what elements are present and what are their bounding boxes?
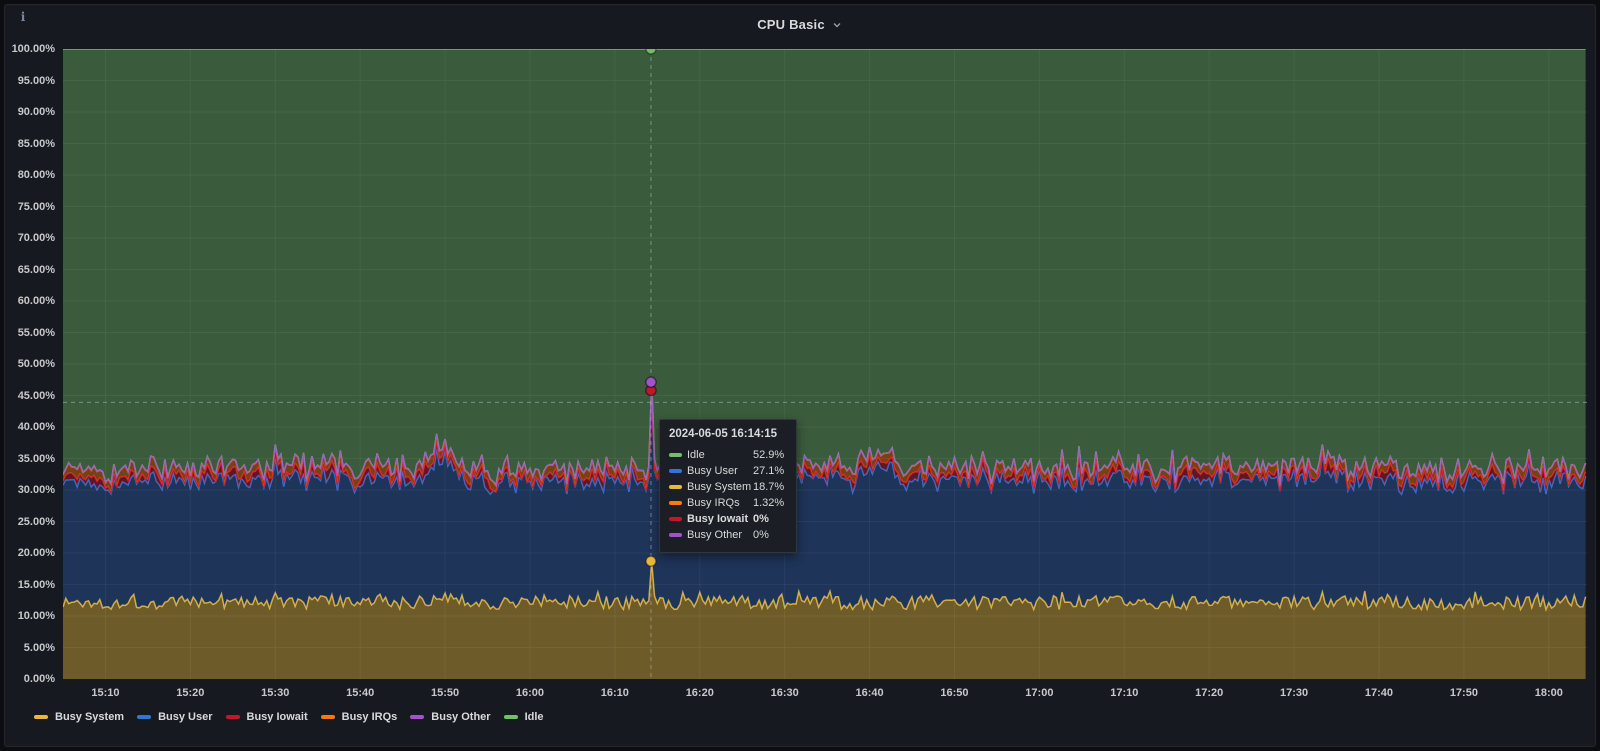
legend-swatch-icon xyxy=(320,715,335,719)
y-axis-label: 95.00% xyxy=(17,74,55,87)
hover-dot-idle xyxy=(645,49,657,55)
hover-dot-busy-system xyxy=(645,555,657,567)
x-axis-label: 18:00 xyxy=(1534,687,1563,699)
legend-swatch-icon xyxy=(503,715,518,719)
y-axis-label: 70.00% xyxy=(17,232,55,244)
legend-item-busy-user[interactable]: Busy User xyxy=(137,711,213,723)
y-axis-label: 45.00% xyxy=(17,389,55,402)
y-axis-label: 55.00% xyxy=(17,326,55,339)
legend-swatch-icon xyxy=(34,715,48,719)
legend-swatch-icon xyxy=(410,715,425,719)
tooltip-row-busy-system: Busy System 18.7% xyxy=(669,479,786,495)
x-axis-label: 17:10 xyxy=(1110,687,1139,699)
tooltip-series-swatch-icon xyxy=(669,501,682,505)
chevron-down-icon xyxy=(833,23,841,28)
tooltip-row-busy-user: Busy User 27.1% xyxy=(669,463,786,479)
x-axis-label: 16:50 xyxy=(940,687,969,699)
x-axis-label: 17:50 xyxy=(1449,687,1478,699)
tooltip-series-value: 1.32% xyxy=(753,497,785,509)
y-axis-label: 75.00% xyxy=(17,200,55,213)
x-axis-label: 16:30 xyxy=(770,687,799,699)
legend-label: Busy Iowait xyxy=(246,711,308,723)
tooltip-series-swatch-icon xyxy=(669,533,682,537)
y-axis-label: 80.00% xyxy=(17,169,55,181)
tooltip-series-value: 52.9% xyxy=(753,449,785,461)
tooltip-series-value: 0% xyxy=(753,529,769,541)
legend-label: Busy System xyxy=(55,711,125,723)
legend-swatch-icon xyxy=(225,715,240,719)
series-area-idle xyxy=(63,49,1586,486)
legend-label: Busy User xyxy=(158,711,213,723)
x-axis-label: 16:20 xyxy=(685,687,714,699)
tooltip-row-busy-iowait: Busy Iowait 0% xyxy=(669,511,786,527)
y-axis-label: 85.00% xyxy=(17,137,55,150)
chart-legend: Busy System Busy User Busy Iowait Busy IRQs… xyxy=(34,708,544,726)
tooltip-series-swatch-icon xyxy=(669,469,682,473)
y-axis-label: 30.00% xyxy=(17,484,55,496)
legend-label: Busy IRQs xyxy=(341,711,398,723)
legend-item-busy-irqs[interactable]: Busy IRQs xyxy=(320,711,398,723)
y-axis-label: 10.00% xyxy=(17,610,55,622)
x-axis-label: 17:40 xyxy=(1364,687,1394,699)
x-axis-label: 15:40 xyxy=(346,687,375,699)
cpu-chart-canvas[interactable] xyxy=(63,49,1587,679)
x-axis-label: 17:20 xyxy=(1195,687,1224,699)
y-axis-label: 5.00% xyxy=(23,641,55,654)
grafana-panel: i CPU Basic 0.00% 5.00% 10.00% 15.00% 20.00%… xyxy=(4,4,1596,747)
tooltip-series-label: Busy Other xyxy=(687,529,743,541)
y-axis-label: 25.00% xyxy=(17,515,55,528)
y-axis-label: 15.00% xyxy=(17,578,55,591)
x-axis-label: 15:20 xyxy=(176,687,205,699)
y-axis-label: 65.00% xyxy=(17,263,55,276)
x-axis-label: 15:30 xyxy=(261,687,290,699)
chart-plot-area[interactable] xyxy=(63,49,1587,679)
legend-item-busy-iowait[interactable]: Busy Iowait xyxy=(225,711,308,723)
y-axis-label: 35.00% xyxy=(17,452,55,465)
panel-header[interactable]: CPU Basic xyxy=(5,5,1595,43)
legend-item-busy-other[interactable]: Busy Other xyxy=(410,711,491,723)
x-axis-label: 16:40 xyxy=(855,687,884,699)
x-axis-label: 16:10 xyxy=(600,687,629,699)
legend-item-busy-system[interactable]: Busy System xyxy=(34,711,124,723)
tooltip-series-value: 18.7% xyxy=(753,481,785,493)
tooltip-timestamp: 2024-06-05 16:14:15 xyxy=(669,428,778,440)
tooltip-series-label: Busy Iowait xyxy=(687,513,749,525)
tooltip-series-swatch-icon xyxy=(669,453,682,457)
y-axis-label: 90.00% xyxy=(17,106,55,118)
y-axis-label: 50.00% xyxy=(17,358,55,370)
tooltip-series-label: Busy User xyxy=(687,465,738,477)
legend-label: Idle xyxy=(524,711,544,723)
tooltip-row-busy-irqs: Busy IRQs 1.32% xyxy=(669,495,786,511)
x-axis-label: 17:00 xyxy=(1025,687,1054,699)
x-axis-label: 17:30 xyxy=(1280,687,1309,699)
x-axis-label: 16:00 xyxy=(515,687,545,699)
hover-dot-busy-other xyxy=(645,376,657,388)
legend-item-idle[interactable]: Idle xyxy=(503,711,544,723)
tooltip-series-value: 0% xyxy=(753,513,769,525)
y-axis-label: 100.00% xyxy=(11,43,55,55)
chart-tooltip: 2024-06-05 16:14:15 Idle 52.9% Busy User 27… xyxy=(659,419,797,553)
x-axis-label: 15:50 xyxy=(430,687,460,699)
tooltip-series-label: Idle xyxy=(687,449,705,461)
tooltip-row-idle: Idle 52.9% xyxy=(669,447,786,463)
y-axis-label: 20.00% xyxy=(17,547,55,559)
tooltip-series-label: Busy IRQs xyxy=(687,497,740,509)
legend-label: Busy Other xyxy=(431,711,491,723)
y-axis-label: 40.00% xyxy=(17,421,55,433)
y-axis-label: 0.00% xyxy=(23,673,55,685)
legend-swatch-icon xyxy=(137,715,152,719)
panel-title: CPU Basic xyxy=(757,16,825,32)
tooltip-series-swatch-icon xyxy=(669,517,682,521)
y-axis-label: 60.00% xyxy=(17,295,55,307)
tooltip-series-label: Busy System xyxy=(687,481,752,493)
tooltip-series-swatch-icon xyxy=(669,485,682,489)
tooltip-series-value: 27.1% xyxy=(753,465,785,477)
tooltip-row-busy-other: Busy Other 0% xyxy=(669,527,786,543)
x-axis-label: 15:10 xyxy=(91,687,120,699)
